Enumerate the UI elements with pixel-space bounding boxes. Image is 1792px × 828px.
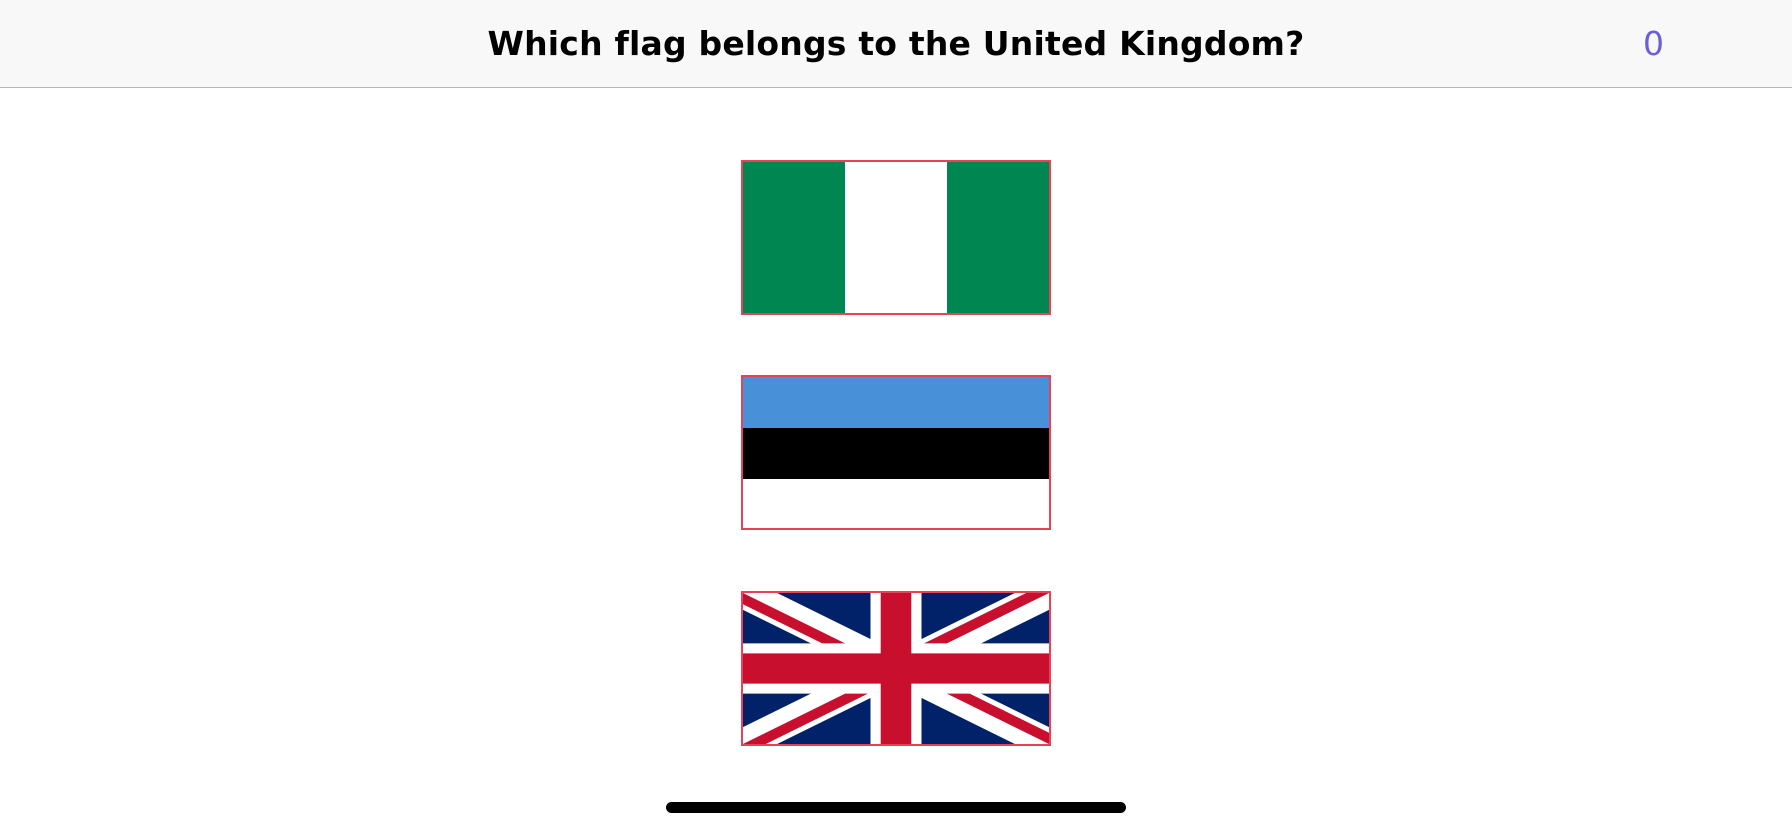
question-title: Which flag belongs to the United Kingdom… [487,24,1305,63]
estonia-flag-icon [743,377,1049,528]
home-indicator[interactable] [666,802,1126,813]
navigation-bar: Which flag belongs to the United Kingdom… [0,0,1792,88]
flag-option-3-button[interactable] [741,591,1051,746]
flag-option-2-button[interactable] [741,375,1051,530]
united-kingdom-flag-icon [743,593,1049,744]
flag-option-1-button[interactable] [741,160,1051,315]
flag-quiz-app: Which flag belongs to the United Kingdom… [0,0,1792,828]
nigeria-flag-icon [743,162,1049,313]
score-label: 0 [1643,24,1664,63]
